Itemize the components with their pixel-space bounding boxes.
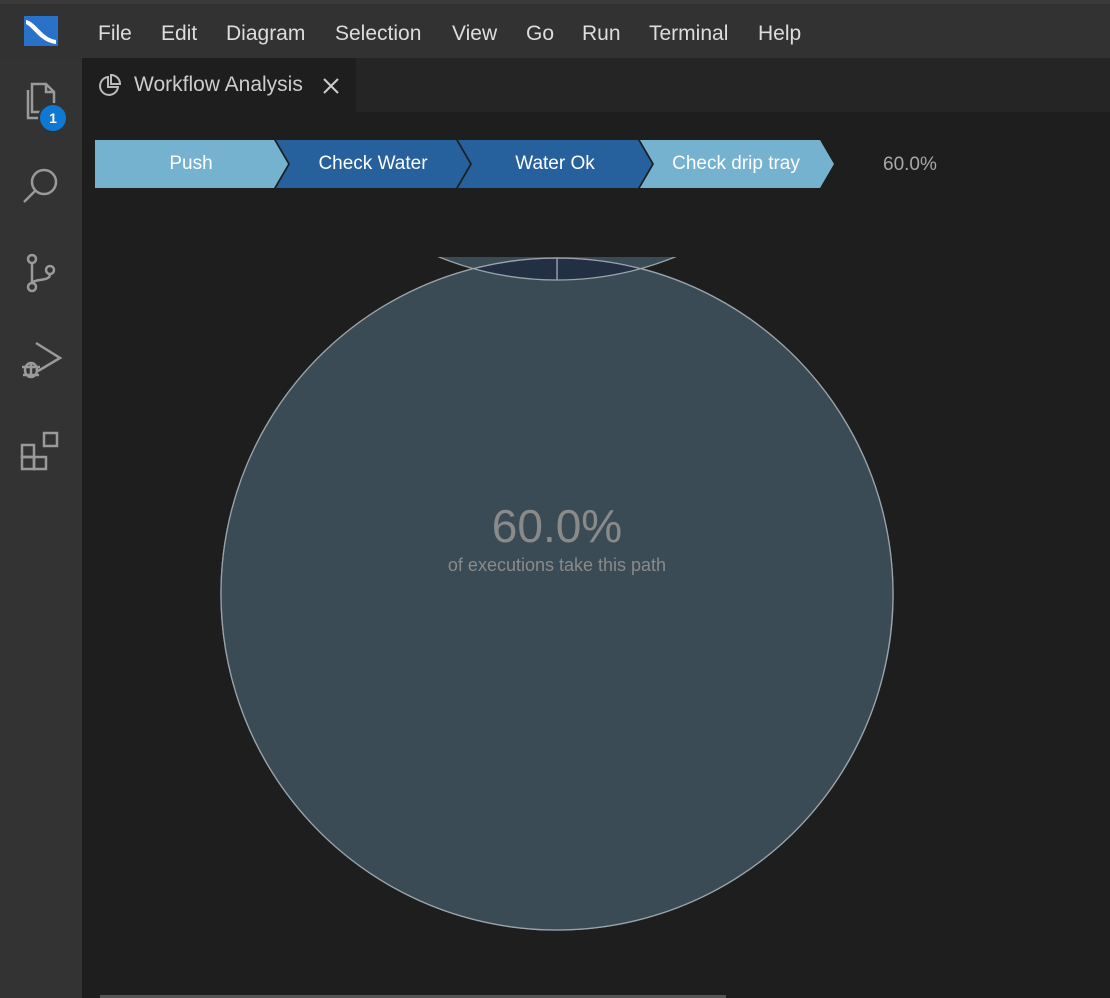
- menu-bar: File Edit Diagram Selection View Go Run …: [0, 0, 1110, 58]
- breadcrumb-step-check-water: Check Water: [318, 153, 428, 174]
- breadcrumb-step-check-drip-tray: Check drip tray: [672, 153, 800, 174]
- menu-diagram[interactable]: Diagram: [226, 22, 305, 46]
- app-logo-icon: [24, 16, 58, 46]
- close-icon[interactable]: [322, 77, 340, 95]
- breadcrumb-percentage: 60.0%: [883, 154, 937, 175]
- extensions-icon[interactable]: [18, 427, 64, 473]
- tab-strip: Workflow Analysis: [82, 58, 1110, 112]
- menu-terminal[interactable]: Terminal: [649, 22, 728, 46]
- ring-8-segment-1[interactable]: [220, 257, 894, 931]
- sunburst-chart: [220, 257, 894, 931]
- menu-file[interactable]: File: [98, 22, 132, 46]
- breadcrumb-step-water-ok: Water Ok: [515, 153, 595, 174]
- center-percentage: 60.0%: [491, 500, 623, 552]
- center-caption: of executions take this path: [447, 555, 667, 575]
- tab-label: Workflow Analysis: [134, 73, 303, 96]
- menu-selection[interactable]: Selection: [335, 22, 421, 46]
- menu-view[interactable]: View: [452, 22, 497, 46]
- source-control-icon[interactable]: [18, 250, 64, 296]
- run-debug-icon[interactable]: [18, 337, 64, 383]
- menu-edit[interactable]: Edit: [161, 22, 197, 46]
- explorer-badge: 1: [38, 103, 68, 133]
- menu-run[interactable]: Run: [582, 22, 621, 46]
- menu-help[interactable]: Help: [758, 22, 801, 46]
- breadcrumb-step-push: Push: [169, 153, 213, 174]
- menu-go[interactable]: Go: [526, 22, 554, 46]
- pie-chart-icon: [99, 73, 122, 96]
- tab-workflow-analysis[interactable]: Workflow Analysis: [82, 58, 356, 112]
- search-icon[interactable]: [18, 162, 64, 208]
